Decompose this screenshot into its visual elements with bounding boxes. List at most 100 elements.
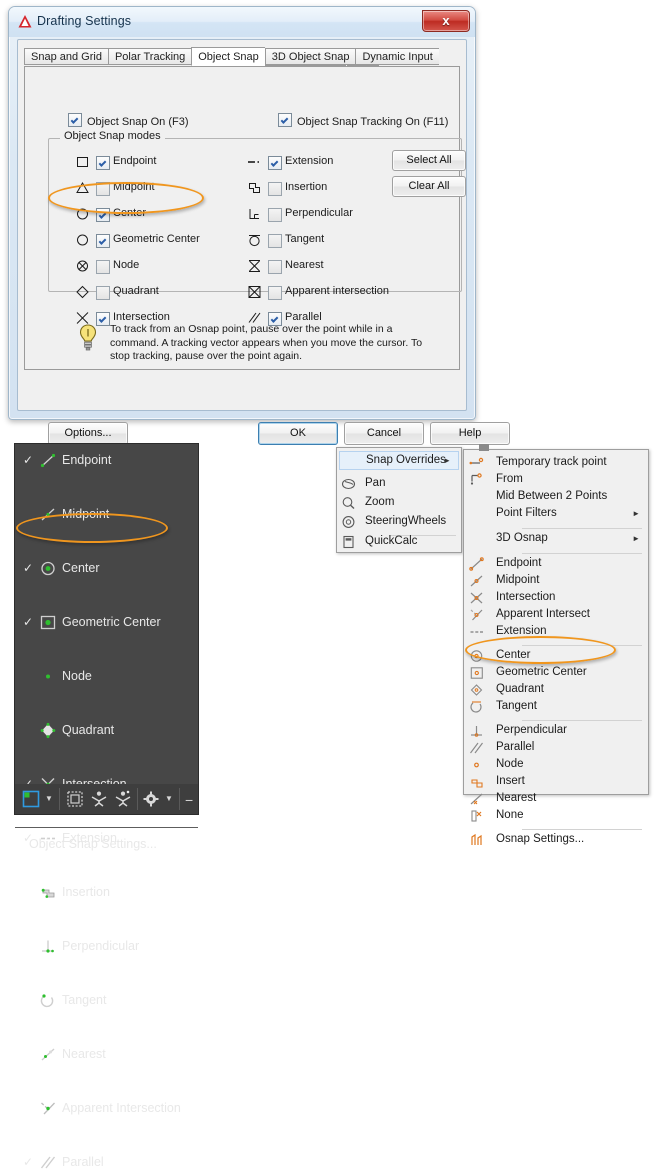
pan-icon [341, 478, 356, 490]
tab-object-snap[interactable]: Object Snap [191, 47, 265, 66]
menu-item-perpendicular[interactable]: Perpendicular [15, 933, 198, 960]
menu-item-insert[interactable]: Insert [464, 773, 648, 790]
clear-all-button[interactable]: Clear All [392, 176, 466, 197]
tab-3d-object-snap[interactable]: 3D Object Snap [264, 48, 356, 65]
menu-item-apparent-intersect[interactable]: Apparent Intersect [464, 606, 648, 623]
menu-item-quadrant[interactable]: Quadrant [464, 681, 648, 698]
tab-polar-tracking[interactable]: Polar Tracking [107, 48, 192, 65]
dropdown-arrow-icon[interactable]: ▼ [165, 794, 173, 803]
menu-item-quadrant[interactable]: Quadrant [15, 717, 198, 744]
snap-mode-nearest[interactable]: Nearest [246, 258, 426, 274]
menu-item-apparent-intersection[interactable]: Apparent Intersection [15, 1095, 198, 1122]
object-snap-tracking-on-checkbox[interactable]: Object Snap Tracking On (F11) [278, 112, 448, 130]
close-button[interactable]: x [422, 10, 470, 32]
menu-item-temporary-track-point[interactable]: Temporary track point [464, 454, 648, 471]
menu-item-parallel[interactable]: Parallel [464, 739, 648, 756]
isolate-icon[interactable] [65, 789, 85, 809]
menu-item-label: 3D Osnap [496, 532, 548, 544]
midpoint-icon [470, 575, 483, 587]
snap-mode-center[interactable]: Center [74, 206, 234, 222]
select-all-button[interactable]: Select All [392, 150, 466, 171]
plus-icon[interactable]: − [185, 792, 193, 808]
check-glyph: ✓ [22, 453, 34, 467]
menu-item-intersection[interactable]: Intersection [464, 589, 648, 606]
menu-item-3d-osnap[interactable]: 3D Osnap ► [464, 530, 648, 547]
menu-item-label: SteeringWheels [365, 515, 447, 527]
menu-item-from[interactable]: From [464, 471, 648, 488]
menu-item-insertion[interactable]: Insertion [15, 879, 198, 906]
menu-item-snap-overrides[interactable]: Snap Overrides ► [339, 451, 459, 470]
menu-separator [522, 829, 642, 830]
menu-item-node[interactable]: Node [15, 663, 198, 690]
menu-item-geometric-center[interactable]: Geometric Center [464, 664, 648, 681]
person-a-icon[interactable] [89, 789, 109, 809]
menu-item-midpoint[interactable]: Midpoint [464, 572, 648, 589]
menu-item-nearest[interactable]: Nearest [464, 790, 648, 807]
menu-item-label: Parallel [496, 741, 535, 753]
snap-mode-label: Quadrant [113, 285, 159, 297]
snap-mode-endpoint[interactable]: Endpoint [74, 154, 234, 170]
menu-item-geometric-center[interactable]: ✓ Geometric Center [15, 609, 198, 636]
menu-item-endpoint[interactable]: Endpoint [464, 555, 648, 572]
help-button[interactable]: Help [430, 422, 510, 445]
menu-item-quickcalc[interactable]: QuickCalc [337, 532, 461, 551]
insert-icon [471, 779, 483, 788]
snap-mode-geometric-center[interactable]: Geometric Center [74, 232, 234, 248]
object-snap-on-checkbox[interactable]: Object Snap On (F3) [68, 112, 189, 130]
menu-item-midpoint[interactable]: Midpoint [15, 501, 198, 528]
menu-item-mid-between-2-points[interactable]: Mid Between 2 Points [464, 488, 648, 505]
menu-item-parallel[interactable]: ✓ Parallel [15, 1149, 198, 1176]
menu-item-center[interactable]: ✓ Center [15, 555, 198, 582]
dialog-title-bar[interactable]: Drafting Settings x [9, 7, 475, 37]
gear-icon[interactable] [143, 791, 159, 807]
menu-item-node[interactable]: Node [464, 756, 648, 773]
menu-item-zoom[interactable]: Zoom [337, 493, 461, 512]
ok-button[interactable]: OK [258, 422, 338, 445]
menu-item-perpendicular[interactable]: Perpendicular [464, 722, 648, 739]
snap-mode-label: Apparent intersection [285, 285, 389, 297]
snap-mode-perpendicular[interactable]: Perpendicular [246, 206, 426, 222]
perpendicular-icon [471, 726, 482, 737]
menu-item-label: Center [496, 649, 531, 661]
toolbar-separator [179, 788, 180, 810]
menu-item-endpoint[interactable]: ✓ Endpoint [15, 447, 198, 474]
snap-mode-quadrant[interactable]: Quadrant [74, 284, 234, 300]
menu-item-nearest[interactable]: Nearest [15, 1041, 198, 1068]
dropdown-arrow-icon[interactable]: ▼ [45, 794, 53, 803]
menu-item-none[interactable]: None [464, 807, 648, 824]
menu-item-label: Quadrant [496, 683, 544, 695]
tab-snap-and-grid[interactable]: Snap and Grid [24, 48, 108, 65]
osnap-toggle-icon[interactable] [21, 789, 41, 809]
snap-mode-node[interactable]: Node [74, 258, 234, 274]
options-button[interactable]: Options... [48, 422, 128, 445]
snap-mode-apparent-intersection[interactable]: Apparent intersection [246, 284, 426, 300]
menu-item-osnap-settings[interactable]: Osnap Settings... [464, 831, 648, 848]
menu-item-point-filters[interactable]: Point Filters ► [464, 505, 648, 522]
menu-separator [522, 553, 642, 554]
insertion-icon [249, 183, 260, 193]
menu-item-label: Apparent Intersection [62, 1101, 181, 1115]
menu-item-tangent[interactable]: Tangent [15, 987, 198, 1014]
perpendicular-icon [42, 940, 54, 953]
apparent-intersection-icon [470, 609, 483, 621]
from-icon [470, 473, 482, 485]
snap-mode-label: Perpendicular [285, 207, 353, 219]
menu-item-center[interactable]: Center [464, 647, 648, 664]
menu-item-tangent[interactable]: Tangent [464, 698, 648, 715]
snap-mode-midpoint[interactable]: Midpoint [74, 180, 234, 196]
person-b-icon[interactable] [113, 789, 133, 809]
snap-mode-tangent[interactable]: Tangent [246, 232, 426, 248]
node-icon [474, 762, 479, 768]
snap-mode-label: Midpoint [113, 181, 155, 193]
menu-item-label: Endpoint [62, 453, 112, 467]
menu-item-pan[interactable]: Pan [337, 474, 461, 493]
menu-item-label: Mid Between 2 Points [496, 490, 608, 502]
submenu-arrow-icon: ► [443, 456, 451, 465]
menu-item-object-snap-settings[interactable]: Object Snap Settings... [15, 831, 198, 857]
menu-item-extension[interactable]: Extension [464, 623, 648, 640]
menu-item-steeringwheels[interactable]: SteeringWheels [337, 512, 461, 531]
cancel-button[interactable]: Cancel [344, 422, 424, 445]
tab-dynamic-input[interactable]: Dynamic Input [355, 48, 439, 65]
menu-item-label: Quadrant [62, 723, 115, 737]
dialog-body: Snap and Grid Polar Tracking Object Snap… [17, 39, 510, 445]
